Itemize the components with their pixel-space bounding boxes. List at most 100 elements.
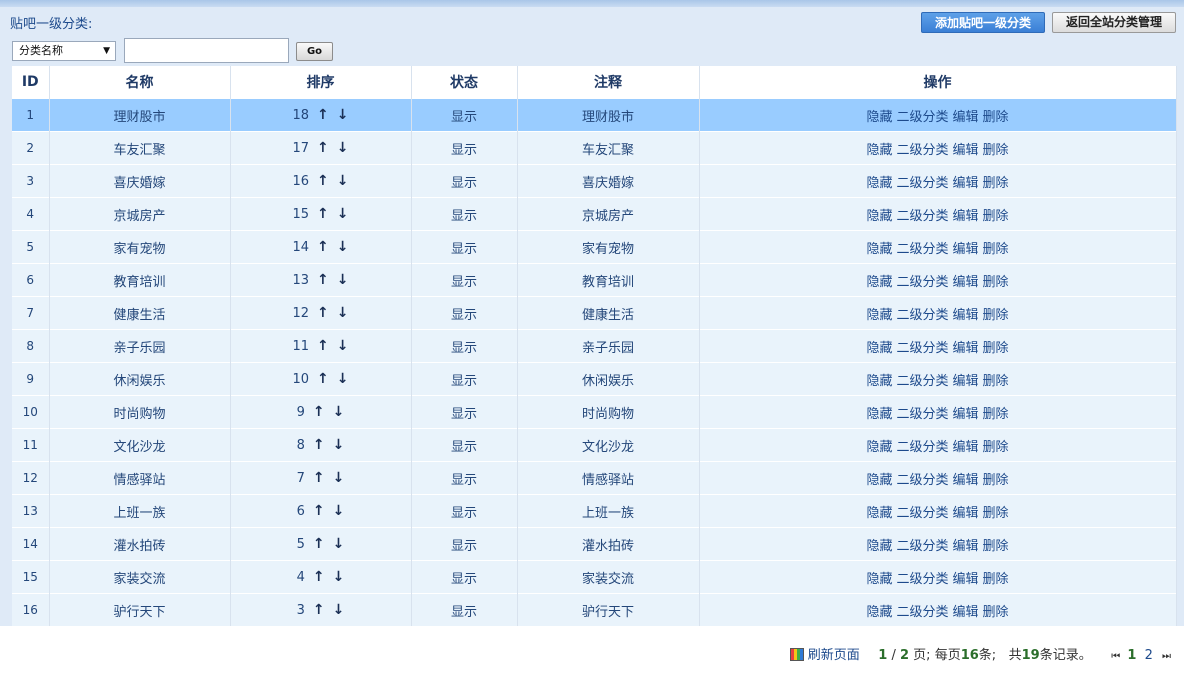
delete-link[interactable]: 删除 [983, 110, 1009, 125]
delete-link[interactable]: 删除 [983, 341, 1009, 356]
delete-link[interactable]: 删除 [983, 275, 1009, 290]
hide-link[interactable]: 隐藏 [866, 506, 892, 521]
hide-link[interactable]: 隐藏 [866, 242, 892, 257]
delete-link[interactable]: 删除 [983, 605, 1009, 620]
move-up-icon[interactable]: ↑ [313, 503, 325, 519]
subcategory-link[interactable]: 二级分类 [896, 242, 948, 257]
move-down-icon[interactable]: ↓ [337, 272, 349, 288]
delete-link[interactable]: 删除 [983, 374, 1009, 389]
move-down-icon[interactable]: ↓ [337, 371, 349, 387]
move-up-icon[interactable]: ↑ [317, 371, 329, 387]
move-up-icon[interactable]: ↑ [313, 536, 325, 552]
table-row[interactable]: 16 驴行天下 3 ↑ ↓ 显示 驴行天下 隐藏 二级分类 编辑 删除 [12, 593, 1177, 626]
hide-link[interactable]: 隐藏 [866, 143, 892, 158]
edit-link[interactable]: 编辑 [953, 473, 979, 488]
subcategory-link[interactable]: 二级分类 [896, 407, 948, 422]
back-to-site-categories-button[interactable]: 返回全站分类管理 [1052, 12, 1176, 33]
move-down-icon[interactable]: ↓ [333, 470, 345, 486]
table-row[interactable]: 14 灌水拍砖 5 ↑ ↓ 显示 灌水拍砖 隐藏 二级分类 编辑 删除 [12, 527, 1177, 561]
hide-link[interactable]: 隐藏 [866, 572, 892, 587]
edit-link[interactable]: 编辑 [953, 440, 979, 455]
subcategory-link[interactable]: 二级分类 [896, 539, 948, 554]
subcategory-link[interactable]: 二级分类 [896, 341, 948, 356]
move-up-icon[interactable]: ↑ [317, 107, 329, 123]
move-up-icon[interactable]: ↑ [317, 305, 329, 321]
table-row[interactable]: 7 健康生活 12 ↑ ↓ 显示 健康生活 隐藏 二级分类 编辑 删除 [12, 296, 1177, 330]
move-down-icon[interactable]: ↓ [337, 140, 349, 156]
move-up-icon[interactable]: ↑ [313, 602, 325, 618]
table-row[interactable]: 4 京城房产 15 ↑ ↓ 显示 京城房产 隐藏 二级分类 编辑 删除 [12, 197, 1177, 231]
delete-link[interactable]: 删除 [983, 242, 1009, 257]
subcategory-link[interactable]: 二级分类 [896, 473, 948, 488]
hide-link[interactable]: 隐藏 [866, 473, 892, 488]
refresh-icon[interactable] [789, 648, 804, 661]
hide-link[interactable]: 隐藏 [866, 374, 892, 389]
delete-link[interactable]: 删除 [983, 506, 1009, 521]
hide-link[interactable]: 隐藏 [866, 110, 892, 125]
table-row[interactable]: 10 时尚购物 9 ↑ ↓ 显示 时尚购物 隐藏 二级分类 编辑 删除 [12, 395, 1177, 429]
page-link-2[interactable]: 2 [1145, 648, 1153, 663]
delete-link[interactable]: 删除 [983, 539, 1009, 554]
edit-link[interactable]: 编辑 [953, 110, 979, 125]
subcategory-link[interactable]: 二级分类 [896, 176, 948, 191]
delete-link[interactable]: 删除 [983, 407, 1009, 422]
table-row[interactable]: 9 休闲娱乐 10 ↑ ↓ 显示 休闲娱乐 隐藏 二级分类 编辑 删除 [12, 362, 1177, 396]
subcategory-link[interactable]: 二级分类 [896, 275, 948, 290]
hide-link[interactable]: 隐藏 [866, 209, 892, 224]
hide-link[interactable]: 隐藏 [866, 176, 892, 191]
edit-link[interactable]: 编辑 [953, 374, 979, 389]
table-row[interactable]: 3 喜庆婚嫁 16 ↑ ↓ 显示 喜庆婚嫁 隐藏 二级分类 编辑 删除 [12, 164, 1177, 198]
search-field-select[interactable]: 分类名称 ▼ [12, 41, 116, 61]
move-up-icon[interactable]: ↑ [313, 569, 325, 585]
move-down-icon[interactable]: ↓ [337, 239, 349, 255]
subcategory-link[interactable]: 二级分类 [896, 110, 948, 125]
edit-link[interactable]: 编辑 [953, 209, 979, 224]
move-up-icon[interactable]: ↑ [317, 140, 329, 156]
go-button[interactable]: Go [296, 42, 333, 61]
first-page-icon[interactable]: ⏮ [1111, 651, 1120, 662]
table-row[interactable]: 11 文化沙龙 8 ↑ ↓ 显示 文化沙龙 隐藏 二级分类 编辑 删除 [12, 428, 1177, 462]
table-row[interactable]: 13 上班一族 6 ↑ ↓ 显示 上班一族 隐藏 二级分类 编辑 删除 [12, 494, 1177, 528]
move-down-icon[interactable]: ↓ [333, 536, 345, 552]
hide-link[interactable]: 隐藏 [866, 341, 892, 356]
delete-link[interactable]: 删除 [983, 209, 1009, 224]
move-down-icon[interactable]: ↓ [333, 404, 345, 420]
last-page-icon[interactable]: ⏭ [1162, 651, 1171, 662]
edit-link[interactable]: 编辑 [953, 143, 979, 158]
move-down-icon[interactable]: ↓ [337, 107, 349, 123]
edit-link[interactable]: 编辑 [953, 539, 979, 554]
add-category-button[interactable]: 添加贴吧一级分类 [921, 12, 1045, 33]
edit-link[interactable]: 编辑 [953, 308, 979, 323]
move-up-icon[interactable]: ↑ [313, 437, 325, 453]
subcategory-link[interactable]: 二级分类 [896, 374, 948, 389]
table-row[interactable]: 8 亲子乐园 11 ↑ ↓ 显示 亲子乐园 隐藏 二级分类 编辑 删除 [12, 329, 1177, 363]
delete-link[interactable]: 删除 [983, 143, 1009, 158]
move-up-icon[interactable]: ↑ [317, 239, 329, 255]
move-down-icon[interactable]: ↓ [333, 503, 345, 519]
move-down-icon[interactable]: ↓ [337, 338, 349, 354]
move-down-icon[interactable]: ↓ [333, 602, 345, 618]
move-up-icon[interactable]: ↑ [317, 272, 329, 288]
subcategory-link[interactable]: 二级分类 [896, 440, 948, 455]
subcategory-link[interactable]: 二级分类 [896, 209, 948, 224]
delete-link[interactable]: 删除 [983, 176, 1009, 191]
edit-link[interactable]: 编辑 [953, 506, 979, 521]
hide-link[interactable]: 隐藏 [866, 605, 892, 620]
move-up-icon[interactable]: ↑ [313, 470, 325, 486]
subcategory-link[interactable]: 二级分类 [896, 143, 948, 158]
hide-link[interactable]: 隐藏 [866, 308, 892, 323]
edit-link[interactable]: 编辑 [953, 341, 979, 356]
subcategory-link[interactable]: 二级分类 [896, 506, 948, 521]
hide-link[interactable]: 隐藏 [866, 539, 892, 554]
hide-link[interactable]: 隐藏 [866, 275, 892, 290]
search-input[interactable] [124, 38, 289, 63]
subcategory-link[interactable]: 二级分类 [896, 605, 948, 620]
table-row[interactable]: 15 家装交流 4 ↑ ↓ 显示 家装交流 隐藏 二级分类 编辑 删除 [12, 560, 1177, 594]
subcategory-link[interactable]: 二级分类 [896, 308, 948, 323]
move-up-icon[interactable]: ↑ [317, 173, 329, 189]
table-row[interactable]: 2 车友汇聚 17 ↑ ↓ 显示 车友汇聚 隐藏 二级分类 编辑 删除 [12, 131, 1177, 165]
refresh-page-link[interactable]: 刷新页面 [808, 648, 860, 663]
edit-link[interactable]: 编辑 [953, 242, 979, 257]
delete-link[interactable]: 删除 [983, 440, 1009, 455]
page-link-1[interactable]: 1 [1127, 648, 1136, 663]
